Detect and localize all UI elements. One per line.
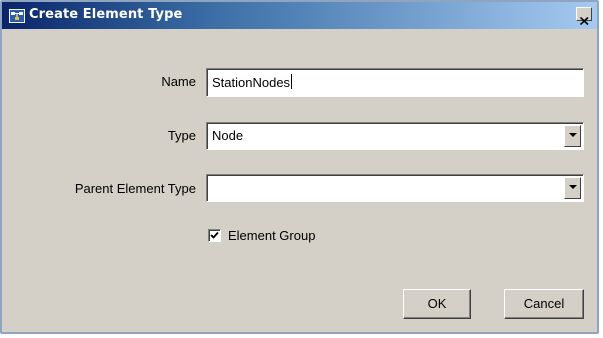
type-dropdown-button[interactable] [564,125,581,147]
title-bar[interactable]: Create Element Type [2,2,597,29]
type-select[interactable]: Node [206,122,584,150]
parent-dropdown-button[interactable] [564,177,581,199]
chevron-down-icon [569,185,577,189]
cancel-button[interactable]: Cancel [504,289,584,319]
element-group-checkbox[interactable] [208,229,221,242]
dialog-title: Create Element Type [29,7,183,22]
checkmark-icon [210,231,219,239]
parent-element-type-label: Parent Element Type [74,181,196,196]
close-button[interactable] [576,7,592,26]
type-select-value: Node [212,128,244,143]
element-group-label[interactable]: Element Group [228,228,315,243]
close-icon [579,10,589,29]
parent-element-type-select[interactable] [206,174,584,202]
name-input[interactable]: StationNodes [206,68,584,97]
name-input-value: StationNodes [212,74,293,90]
element-type-icon [9,8,25,23]
type-label: Type [167,128,196,143]
name-label: Name [161,74,196,89]
create-element-type-dialog: Create Element Type Name StationNodes Ty… [0,0,599,334]
chevron-down-icon [569,133,577,137]
ok-button[interactable]: OK [403,289,471,319]
